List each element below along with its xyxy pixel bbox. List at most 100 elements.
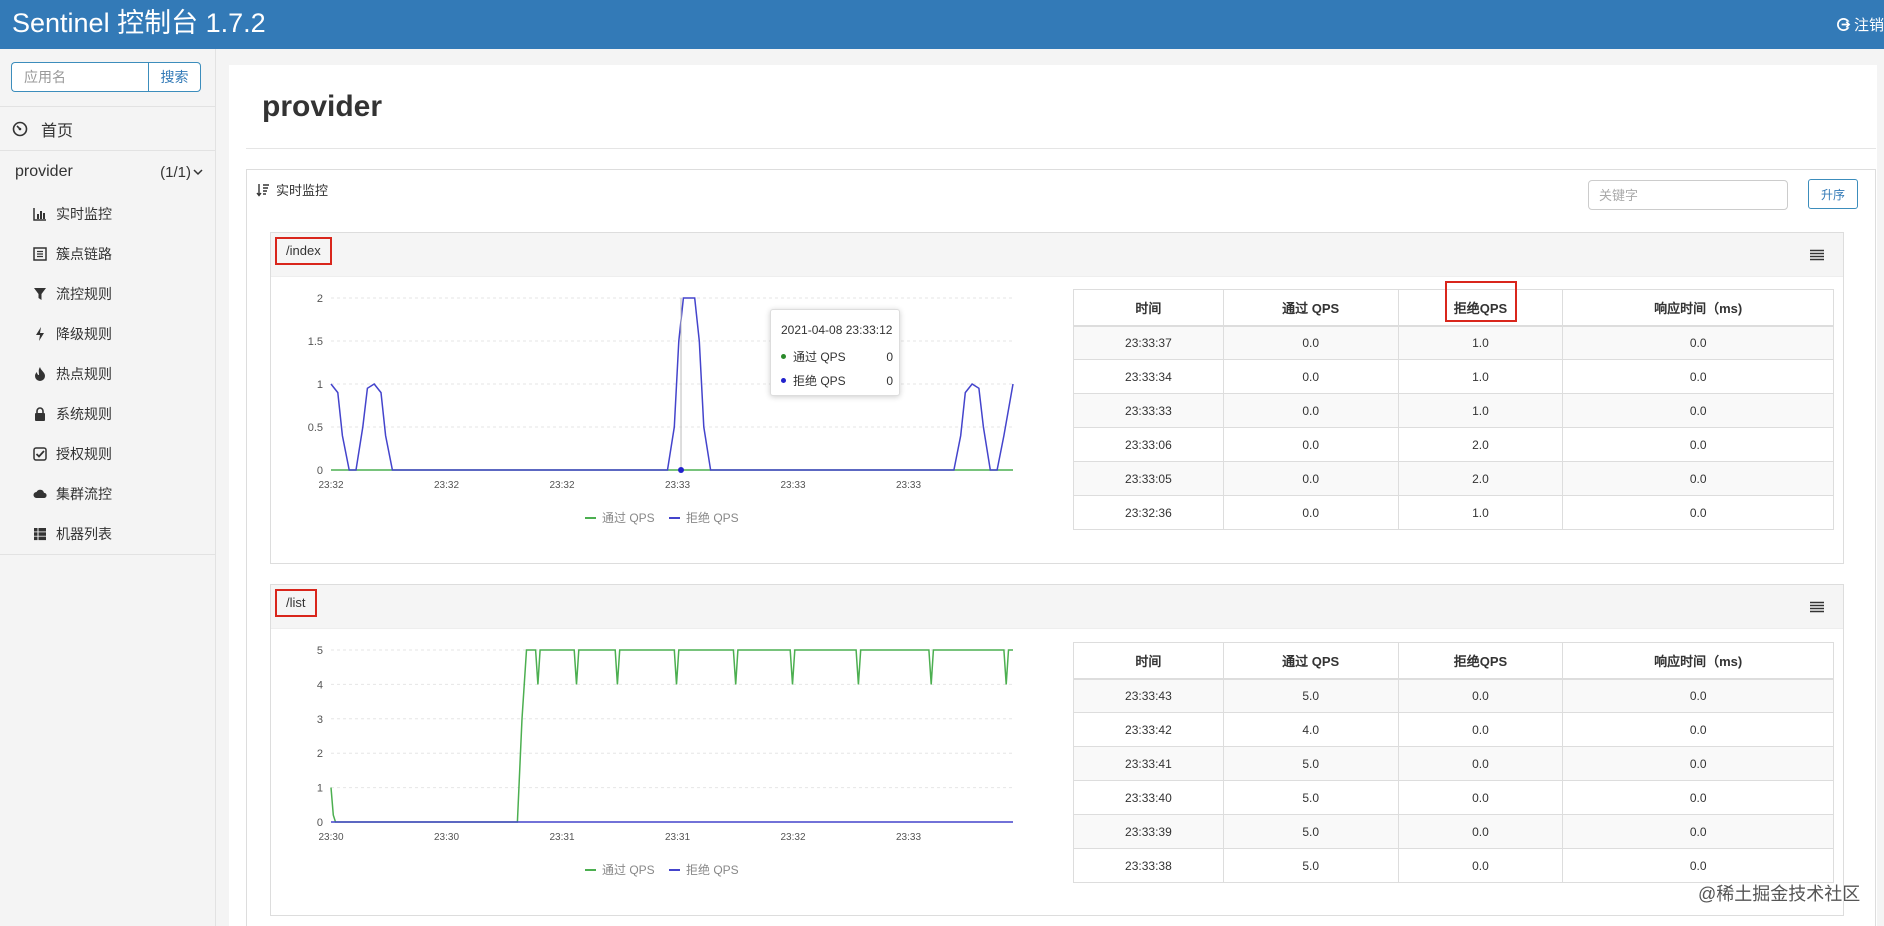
legend-label[interactable]: 拒绝 QPS (686, 862, 739, 877)
sidebar: 搜索 首页 provider (1/1) 实时监控 簇点链路 流控规则 降级规则… (0, 49, 216, 926)
x-tick-label: 23:33 (896, 480, 921, 491)
table-cell: 23:33:05 (1073, 461, 1224, 496)
legend-label[interactable]: 拒绝 QPS (686, 510, 739, 525)
sidebar-item-auth-rules[interactable]: 授权规则 (33, 444, 112, 464)
tooltip-value: 0 (886, 349, 893, 364)
x-tick-label: 23:30 (318, 832, 343, 843)
app-search-button[interactable]: 搜索 (148, 62, 201, 92)
table-row: 23:33:34 0.0 1.0 0.0 (1073, 359, 1834, 394)
sidebar-item-realtime-monitor[interactable]: 实时监控 (33, 204, 112, 224)
table-cell: 23:33:33 (1073, 393, 1224, 428)
legend-label[interactable]: 通过 QPS (602, 511, 655, 525)
tooltip-row-block: 拒绝 QPS 0 (781, 372, 893, 389)
table-row: 23:33:39 5.0 0.0 0.0 (1073, 814, 1834, 849)
table-row: 23:33:37 0.0 1.0 0.0 (1073, 325, 1834, 360)
sort-asc-button[interactable]: 升序 (1808, 179, 1858, 209)
table-cell: 23:33:34 (1073, 359, 1224, 394)
table-row: 23:33:05 0.0 2.0 0.0 (1073, 461, 1834, 496)
table-cell: 23:33:39 (1073, 814, 1224, 849)
panel-title[interactable]: 实时监控 (256, 180, 328, 199)
th-list-icon (34, 528, 46, 541)
y-tick-label: 2 (317, 748, 323, 760)
table-header[interactable]: 时间 (1073, 289, 1224, 327)
table-cell: 0.0 (1562, 495, 1834, 530)
table-cell: 0.0 (1562, 712, 1834, 747)
resource-name: /index (275, 237, 332, 265)
table-cell: 23:33:40 (1073, 780, 1224, 815)
sidebar-item-home-label: 首页 (41, 123, 74, 140)
table-row: 23:33:06 0.0 2.0 0.0 (1073, 427, 1834, 462)
stats-table-index: 时间 通过 QPS 拒绝QPS 响应时间（ms) 23:33:37 0.0 1.0 0.0 23… (1073, 289, 1834, 530)
sidebar-item-label: 热点规则 (56, 366, 112, 382)
y-tick-label: 1.5 (308, 336, 323, 348)
tooltip-label: 拒绝 QPS (793, 374, 846, 388)
table-header[interactable]: 通过 QPS (1222, 642, 1399, 680)
table-header[interactable]: 通过 QPS (1222, 289, 1399, 327)
menu-icon[interactable] (1809, 601, 1825, 613)
sidebar-item-cluster-flow[interactable]: 集群流控 (33, 484, 112, 504)
sidebar-item-label: 实时监控 (56, 206, 112, 222)
table-cell: 0.0 (1562, 427, 1834, 462)
sort-icon (256, 183, 269, 197)
keyword-input[interactable] (1588, 180, 1788, 210)
table-header[interactable]: 响应时间（ms) (1562, 289, 1834, 327)
sidebar-app-count-text: (1/1) (160, 163, 191, 181)
sidebar-item-label: 授权规则 (56, 446, 112, 462)
legend-label[interactable]: 通过 QPS (602, 863, 655, 877)
x-tick-label: 23:31 (665, 832, 690, 843)
sidebar-item-system-rules[interactable]: 系统规则 (33, 404, 112, 424)
table-cell: 0.0 (1562, 848, 1834, 883)
qps-chart-index[interactable]: 0 0.5 1 1.5 2 23:32 23:32 23:32 23:33 23:33 23:33 通… (290, 282, 1030, 542)
table-cell: 1.0 (1397, 359, 1564, 394)
brand-title[interactable]: Sentinel 控制台 1.7.2 (12, 5, 266, 41)
sidebar-item-degrade-rules[interactable]: 降级规则 (33, 324, 112, 344)
flash-icon (36, 327, 44, 341)
logout-link[interactable]: 注销 (1836, 14, 1884, 35)
table-row: 23:33:33 0.0 1.0 0.0 (1073, 393, 1834, 428)
table-cell: 0.0 (1222, 495, 1399, 530)
resource-name: /list (275, 589, 317, 617)
table-cell: 0.0 (1562, 325, 1834, 360)
tooltip-value: 0 (886, 373, 893, 388)
menu-icon[interactable] (1809, 249, 1825, 261)
x-tick-label: 23:30 (434, 832, 459, 843)
table-cell: 0.0 (1397, 780, 1564, 815)
table-cell: 1.0 (1397, 325, 1564, 360)
sidebar-item-home[interactable]: 首页 (12, 117, 73, 141)
x-tick-label: 23:31 (549, 832, 574, 843)
panel-title-text: 实时监控 (276, 183, 329, 198)
sidebar-item-flow-rules[interactable]: 流控规则 (33, 284, 112, 304)
table-header[interactable]: 响应时间（ms) (1562, 642, 1834, 680)
app-search-input[interactable] (11, 62, 148, 92)
table-cell: 0.0 (1222, 325, 1399, 360)
table-header[interactable]: 时间 (1073, 642, 1224, 680)
table-cell: 2.0 (1397, 461, 1564, 496)
y-tick-label: 1 (317, 379, 323, 391)
table-cell: 1.0 (1397, 495, 1564, 530)
sidebar-divider (0, 150, 216, 151)
table-row: 23:33:43 5.0 0.0 0.0 (1073, 678, 1834, 713)
sidebar-app-provider[interactable]: provider (1/1) (15, 161, 203, 183)
sidebar-divider (0, 554, 216, 555)
fire-icon (35, 367, 45, 381)
table-cell: 23:33:38 (1073, 848, 1224, 883)
table-cell: 0.0 (1397, 814, 1564, 849)
sidebar-item-label: 降级规则 (56, 326, 112, 342)
y-tick-label: 5 (317, 645, 323, 657)
table-cell: 5.0 (1222, 678, 1399, 713)
list-alt-icon (33, 247, 47, 261)
table-cell: 0.0 (1562, 393, 1834, 428)
y-tick-label: 0 (317, 465, 323, 477)
sidebar-item-cluster-link[interactable]: 簇点链路 (33, 244, 112, 264)
qps-chart-list[interactable]: 0 1 2 3 4 5 23:30 23:30 23:31 23:31 23:32 23:33 通过 Q… (290, 634, 1030, 894)
y-tick-label: 1 (317, 783, 323, 795)
sidebar-item-label: 集群流控 (56, 486, 112, 502)
table-cell: 0.0 (1222, 427, 1399, 462)
table-cell: 0.0 (1397, 678, 1564, 713)
table-header[interactable]: 拒绝QPS (1397, 642, 1564, 680)
table-cell: 0.0 (1222, 359, 1399, 394)
sidebar-item-machine-list[interactable]: 机器列表 (33, 524, 112, 544)
reject-qps-header-highlight (1445, 281, 1517, 322)
table-cell: 23:33:37 (1073, 325, 1224, 360)
sidebar-item-hotspot-rules[interactable]: 热点规则 (33, 364, 112, 384)
